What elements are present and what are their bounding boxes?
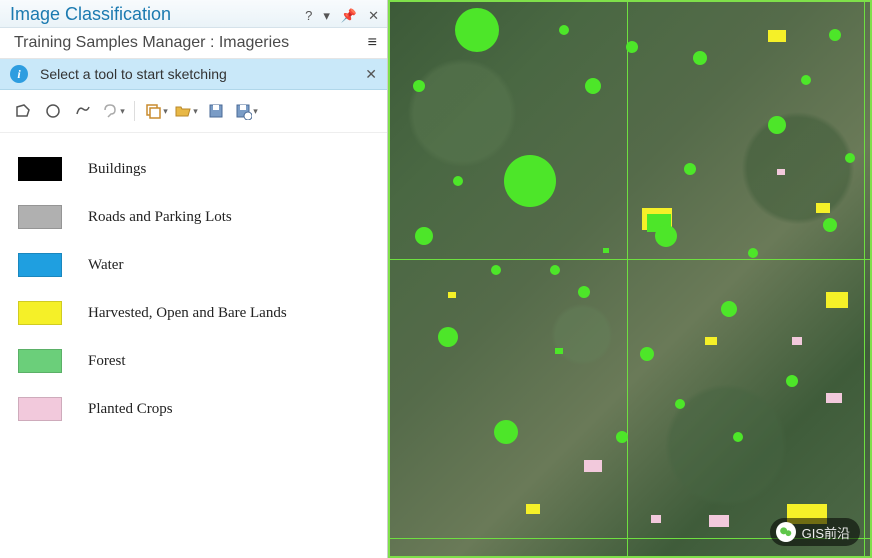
sketch-toolbar: ▾ ▾ ▾ ▾ <box>0 90 387 133</box>
map-patch <box>768 30 786 42</box>
legend-swatch <box>18 349 62 373</box>
sample-point <box>768 116 786 134</box>
sample-point <box>655 225 677 247</box>
map-patch <box>584 460 602 472</box>
sample-point <box>578 286 590 298</box>
sample-point <box>415 227 433 245</box>
panel-title: Image Classification <box>10 4 171 25</box>
subheader-title: Training Samples Manager : Imageries <box>14 34 289 52</box>
map-patch <box>555 348 563 354</box>
watermark-text: GIS前沿 <box>802 523 850 542</box>
map-patch <box>777 169 785 175</box>
watermark: GIS前沿 <box>770 518 860 546</box>
info-message: Select a tool to start sketching <box>40 66 227 82</box>
grid-line <box>864 2 865 556</box>
legend-label: Roads and Parking Lots <box>88 209 232 226</box>
sample-point <box>801 75 811 85</box>
info-bar: i Select a tool to start sketching ✕ <box>0 59 387 90</box>
legend-row[interactable]: Roads and Parking Lots <box>18 193 369 241</box>
layers-tool-icon[interactable]: ▾ <box>143 98 169 124</box>
circle-tool-icon[interactable] <box>40 98 66 124</box>
map-patch <box>526 504 540 514</box>
legend-label: Water <box>88 257 123 274</box>
legend-swatch <box>18 301 62 325</box>
sample-point <box>675 399 685 409</box>
legend-row[interactable]: Forest <box>18 337 369 385</box>
subheader: Training Samples Manager : Imageries ≡ <box>0 28 387 59</box>
sample-point <box>640 347 654 361</box>
legend-swatch <box>18 205 62 229</box>
map-patch <box>651 515 661 523</box>
sample-point <box>438 327 458 347</box>
sample-point <box>733 432 743 442</box>
sample-point <box>491 265 501 275</box>
sample-point <box>455 8 499 52</box>
legend-label: Forest <box>88 353 126 370</box>
map-patch <box>826 393 842 403</box>
close-icon[interactable]: ✕ <box>368 8 379 23</box>
legend-row[interactable]: Buildings <box>18 145 369 193</box>
sample-point <box>845 153 855 163</box>
map-patch <box>448 292 456 298</box>
save-tool-icon[interactable] <box>203 98 229 124</box>
sample-point <box>453 176 463 186</box>
legend-swatch <box>18 397 62 421</box>
wechat-icon <box>776 522 796 542</box>
freehand-tool-icon[interactable] <box>70 98 96 124</box>
map-patch <box>816 203 830 213</box>
legend-label: Planted Crops <box>88 401 173 418</box>
grid-line <box>627 2 628 556</box>
legend-swatch <box>18 157 62 181</box>
options-icon[interactable]: ≡ <box>368 34 377 52</box>
map-patch <box>792 337 802 345</box>
legend-label: Harvested, Open and Bare Lands <box>88 305 287 322</box>
legend-row[interactable]: Harvested, Open and Bare Lands <box>18 289 369 337</box>
legend-row[interactable]: Planted Crops <box>18 385 369 433</box>
info-close-icon[interactable]: ✕ <box>365 66 377 83</box>
pin-icon[interactable]: 📌 <box>341 8 357 23</box>
sample-point <box>786 375 798 387</box>
legend-row[interactable]: Water <box>18 241 369 289</box>
info-icon: i <box>10 65 28 83</box>
sample-point <box>585 78 601 94</box>
class-legend: Buildings Roads and Parking Lots Water Harv… <box>0 133 387 433</box>
lasso-tool-icon[interactable]: ▾ <box>100 98 126 124</box>
polygon-tool-icon[interactable] <box>10 98 36 124</box>
help-icon[interactable]: ? <box>305 8 312 23</box>
sample-point <box>626 41 638 53</box>
legend-label: Buildings <box>88 161 146 178</box>
save-as-tool-icon[interactable]: ▾ <box>233 98 259 124</box>
map-view[interactable] <box>388 0 872 558</box>
sample-point <box>494 420 518 444</box>
sample-point <box>829 29 841 41</box>
sample-point <box>721 301 737 317</box>
sample-point <box>684 163 696 175</box>
image-classification-panel: Image Classification ? ▾ 📌 ✕ Training Sa… <box>0 0 388 558</box>
legend-swatch <box>18 253 62 277</box>
map-patch <box>705 337 717 345</box>
map-patch <box>603 248 609 253</box>
toolbar-separator <box>134 101 135 121</box>
sample-point <box>693 51 707 65</box>
sample-point <box>559 25 569 35</box>
sample-point <box>748 248 758 258</box>
sample-point <box>413 80 425 92</box>
open-tool-icon[interactable]: ▾ <box>173 98 199 124</box>
sample-point <box>504 155 556 207</box>
grid-line <box>390 259 870 260</box>
map-patch <box>709 515 729 527</box>
map-patch <box>826 292 848 308</box>
panel-title-bar: Image Classification ? ▾ 📌 ✕ <box>0 0 387 28</box>
dropdown-icon[interactable]: ▾ <box>323 8 330 23</box>
sample-point <box>550 265 560 275</box>
sample-point <box>823 218 837 232</box>
